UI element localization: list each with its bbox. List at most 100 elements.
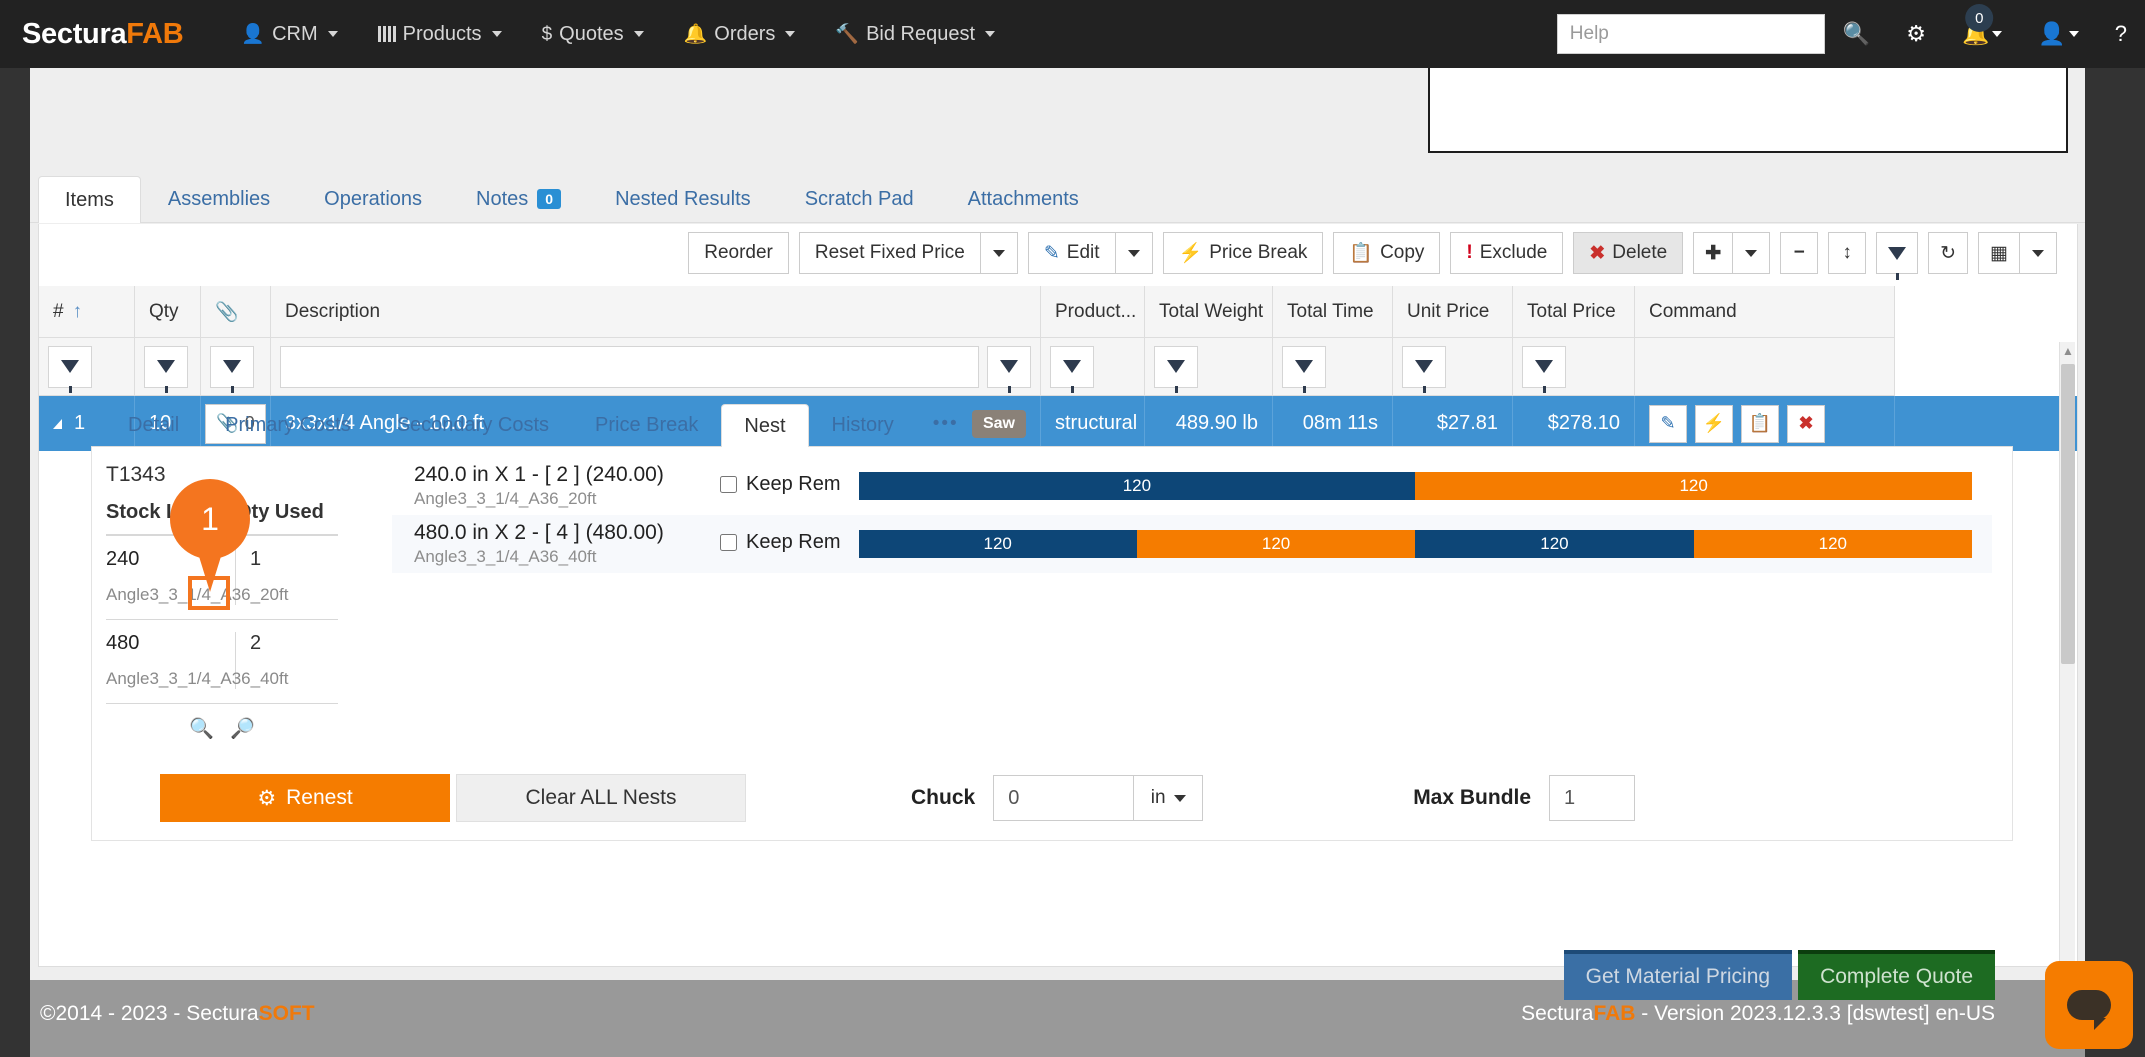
expand-collapse-icon[interactable] [53,419,62,429]
column-header-product[interactable]: Product... [1041,286,1145,338]
help-search-input[interactable]: Help [1557,14,1825,54]
table-grid-icon[interactable]: ▦ [1978,232,2020,274]
tab-notes-label: Notes [476,189,528,209]
nest-item-2-keep-rem-checkbox[interactable] [720,534,737,551]
column-header-total-time[interactable]: Total Time [1273,286,1393,338]
scroll-up-arrow-icon[interactable]: ▲ [2061,344,2075,358]
nav-item-products[interactable]: Products [358,0,522,68]
add-dropdown[interactable] [1732,232,1770,274]
gear-icon[interactable]: ⚙ [1888,0,1944,68]
nav-item-quotes-label: Quotes [559,23,623,46]
vertical-arrows-icon[interactable]: ↕ [1828,232,1866,274]
chuck-unit-select[interactable]: in [1133,775,1203,821]
nest-item-2: 480.0 in X 2 - [ 4 ] (480.00) Angle3_3_1… [392,515,1992,573]
reset-fixed-price-dropdown[interactable] [980,232,1018,274]
column-header-qty[interactable]: Qty [135,286,201,338]
page-footer: ©2014 - 2023 - SecturaSOFT Get Material … [30,980,2085,1057]
refresh-icon[interactable]: ↻ [1928,232,1968,274]
nest-item-2-keep-rem[interactable]: Keep Rem [720,531,841,554]
complete-quote-button[interactable]: Complete Quote [1798,950,1995,1000]
exclude-button[interactable]: ! Exclude [1450,232,1563,274]
nest-item-1-keep-rem-checkbox[interactable] [720,476,737,493]
column-header-unit-price[interactable]: Unit Price [1393,286,1513,338]
get-material-pricing-button[interactable]: Get Material Pricing [1564,950,1792,1000]
filter-input-description[interactable] [280,346,979,388]
edit-dropdown[interactable] [1115,232,1153,274]
column-header-attachments[interactable]: 📎 [201,286,271,338]
reset-fixed-price-button[interactable]: Reset Fixed Price [799,232,981,274]
toolbar-group-exclude: ! Exclude [1450,232,1563,274]
column-header-total-price[interactable]: Total Price [1513,286,1635,338]
tab-assemblies[interactable]: Assemblies [141,175,297,222]
column-header-total-weight[interactable]: Total Weight [1145,286,1273,338]
subtab-secondary-costs[interactable]: Secondary Costs [374,403,572,446]
nav-menu: 👤 CRM Products $ Quotes 🔔 Orders 🔨 [221,0,1015,68]
notifications-bell-icon[interactable]: 0 🔔 [1944,0,2020,68]
tab-nested-results[interactable]: Nested Results [588,175,778,222]
delete-button[interactable]: ✖ Delete [1573,232,1683,274]
user-menu-icon[interactable]: 👤 [2020,0,2096,68]
nav-item-bid-request-label: Bid Request [866,23,975,46]
nav-item-bid-request[interactable]: 🔨 Bid Request [815,0,1015,68]
magnifier-orange-icon[interactable]: 🔎 [230,716,255,741]
funnel-icon[interactable] [1876,232,1918,274]
column-header-command[interactable]: Command [1635,286,1895,338]
subtabs-more-icon[interactable]: ••• [917,402,975,446]
tab-scratch-pad[interactable]: Scratch Pad [778,175,941,222]
subtab-history[interactable]: History [809,403,917,446]
chat-widget-button[interactable] [2045,961,2133,1049]
renest-button[interactable]: ⚙ Renest [160,774,450,822]
toolbar-group-delete: ✖ Delete [1573,232,1683,274]
tab-attachments[interactable]: Attachments [941,175,1106,222]
clear-all-nests-button[interactable]: Clear ALL Nests [456,774,746,822]
nest-item-2-segment-3: 120 [1415,530,1693,558]
question-mark-icon[interactable]: ? [2097,0,2145,68]
subtab-price-break[interactable]: Price Break [572,403,721,446]
stock-row-2-material: Angle3_3_1/4_A36_40ft [106,669,235,689]
stock-table-header: Stock Length Qty Used [106,501,338,536]
filter-button-total-time[interactable] [1282,346,1326,388]
scrollbar-thumb[interactable] [2061,364,2075,664]
subtab-primary-costs[interactable]: Primary Costs [202,403,374,446]
tab-items[interactable]: Items [38,176,141,223]
subtab-nest[interactable]: Nest [721,404,808,447]
copy-button[interactable]: 📋 Copy [1333,232,1440,274]
filter-button-index[interactable] [48,346,92,388]
column-header-description[interactable]: Description [271,286,1041,338]
plus-icon[interactable]: ✚ [1693,232,1733,274]
max-bundle-input[interactable]: 1 [1549,775,1635,821]
edit-button[interactable]: ✎ Edit [1028,232,1116,274]
tab-nested-results-label: Nested Results [615,189,751,209]
nav-item-quotes[interactable]: $ Quotes [522,0,664,68]
minus-icon[interactable]: − [1780,232,1818,274]
magnifier-icon[interactable]: 🔍 [189,716,214,741]
nav-item-crm[interactable]: 👤 CRM [221,0,357,68]
funnel-icon [1295,360,1313,373]
brand-logo[interactable]: SecturaFAB [22,18,183,51]
filter-button-qty[interactable] [144,346,188,388]
filter-button-unit-price[interactable] [1402,346,1446,388]
filter-button-product[interactable] [1050,346,1094,388]
column-header-index[interactable]: # ↑ [39,286,135,338]
nav-item-orders[interactable]: 🔔 Orders [664,0,816,68]
filter-button-attachments[interactable] [210,346,254,388]
filter-cell-qty [135,338,201,396]
nest-item-1-keep-rem[interactable]: Keep Rem [720,473,841,496]
filter-button-total-weight[interactable] [1154,346,1198,388]
reorder-button[interactable]: Reorder [688,232,789,274]
copy-icon: 📋 [1349,241,1373,265]
content-scrollbar[interactable]: ▲ ▼ [2059,342,2075,980]
filter-button-description[interactable] [987,346,1031,388]
subtab-detail[interactable]: Detail [105,403,202,446]
price-break-button[interactable]: ⚡ Price Break [1163,232,1324,274]
search-icon[interactable]: 🔍 [1825,0,1888,68]
filter-button-total-price[interactable] [1522,346,1566,388]
tab-notes[interactable]: Notes 0 [449,175,588,222]
chuck-input[interactable]: 0 [993,775,1133,821]
stock-length-header: Stock Length [106,501,236,524]
tab-operations[interactable]: Operations [297,175,449,222]
columns-dropdown[interactable] [2019,232,2057,274]
notifications-badge: 0 [1965,4,1993,32]
toolbar-group-add: ✚ [1693,232,1770,274]
edit-button-label: Edit [1067,242,1100,264]
